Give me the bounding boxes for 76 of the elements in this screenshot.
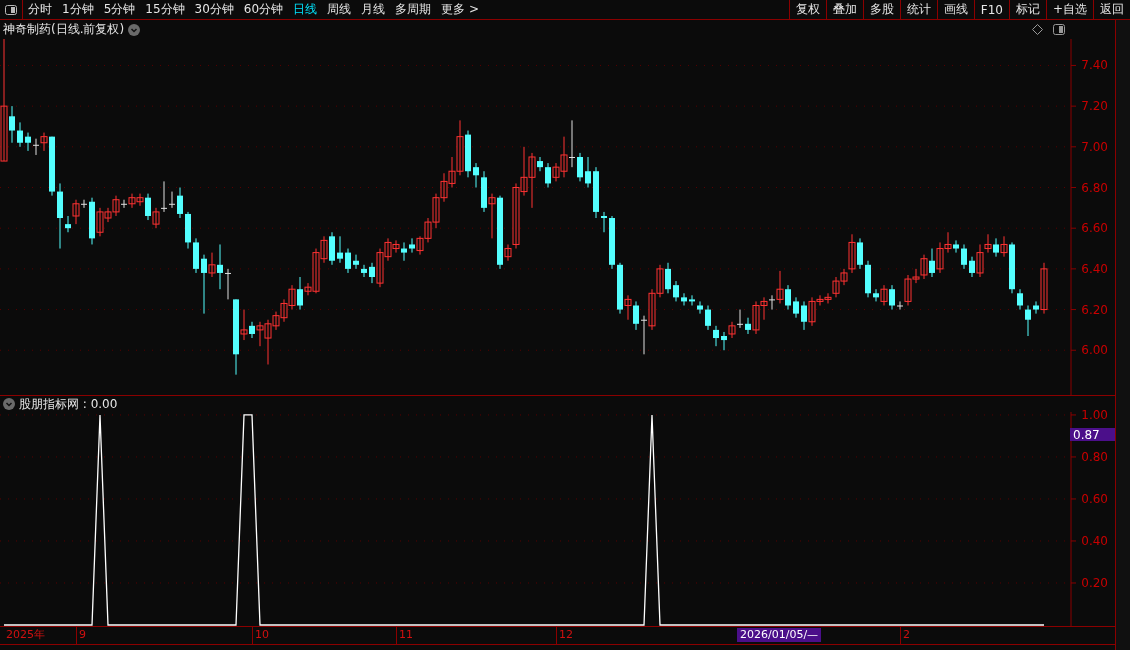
period-tab[interactable]: 分时 [23,0,57,19]
toolbar-button[interactable]: 统计 [899,0,937,19]
chevron-down-icon[interactable] [3,398,15,410]
candlestick [585,156,591,188]
period-tab[interactable]: 60分钟 [238,0,289,19]
period-tab[interactable]: 5分钟 [98,0,141,19]
candlestick [689,294,695,306]
axis-tick-label: 1.00 [1081,407,1108,422]
axis-tick-label: 0.40 [1081,534,1108,548]
panel-icon[interactable] [1053,24,1065,35]
axis-tick-label: 7.00 [1081,139,1108,154]
axis-tick-label: 6.40 [1081,261,1108,276]
toolbar-button[interactable]: 多股 [862,0,900,19]
period-tab[interactable]: 周线 [322,0,357,19]
candlestick [673,280,679,302]
panel-icon [5,4,17,15]
candlestick [1017,288,1023,311]
candlestick [961,243,967,270]
date-label: 11 [398,628,414,642]
candlestick [681,292,687,306]
toolbar-button[interactable]: 叠加 [825,0,863,19]
candlestick [17,121,23,148]
candlestick [473,162,479,188]
candlestick [57,182,63,250]
candlestick [25,132,31,152]
more-button[interactable]: 更多 > [436,0,484,19]
candlestick [593,166,599,219]
toolbar-button[interactable]: 复权 [788,0,826,19]
date-label: 2025年 [5,628,46,642]
candlestick [705,305,711,331]
axis-tick-label: 6.60 [1081,221,1108,236]
candlestick [793,296,799,319]
toolbar-button[interactable]: 返回 [1093,0,1130,19]
candlestick [601,211,607,233]
chart-title: 神奇制药(日线.前复权) [3,21,125,38]
period-tab[interactable]: 30分钟 [189,0,239,19]
candlestick [177,187,183,219]
candlestick [609,215,615,270]
period-tab[interactable]: 1分钟 [57,0,99,19]
candlestick [1025,305,1031,337]
candlestick [361,264,367,278]
date-label: 9 [78,628,87,642]
toolbar-button[interactable]: 画线 [936,0,974,19]
axis-tick-label: 0.80 [1081,449,1108,464]
candlestick [865,260,871,298]
candlestick [185,211,191,250]
period-tab[interactable]: 日线 [288,0,323,19]
cursor-date-label: 2026/01/05/— [737,628,822,642]
axis-tick-label: 7.40 [1081,58,1108,73]
candlestick [353,254,359,270]
toolbar-button[interactable]: 标记 [1008,0,1046,19]
diamond-icon[interactable] [1032,24,1043,35]
axis-tick-label: 6.00 [1081,343,1108,358]
candlestick [169,191,175,209]
candlestick [225,268,231,300]
period-tab[interactable]: 15分钟 [140,0,190,19]
candlestick [697,300,703,315]
axis-tick-label: 7.20 [1081,99,1108,114]
candlestick [193,237,199,274]
toolbar-button[interactable]: F10 [973,0,1009,19]
date-label: 2 [902,628,911,642]
candlestick [577,152,583,182]
indicator-title: 股朋指标网 : 0.00 [19,395,118,413]
axis-tick-label: 0.60 [1081,491,1108,506]
candlestick [337,235,343,264]
chevron-down-icon[interactable] [128,23,141,36]
date-label: 12 [558,628,574,642]
axis-tick-label: 6.20 [1081,302,1108,317]
candlestick [345,248,351,274]
axis-tick-label: 6.80 [1081,180,1108,195]
date-label: 10 [254,628,270,642]
axis-tick-label: 0.20 [1081,576,1108,590]
toolbar-button[interactable]: +自选 [1045,0,1093,19]
period-tab[interactable]: 多周期 [390,0,437,19]
candlestick [713,325,719,347]
period-tab[interactable]: 月线 [356,0,391,19]
